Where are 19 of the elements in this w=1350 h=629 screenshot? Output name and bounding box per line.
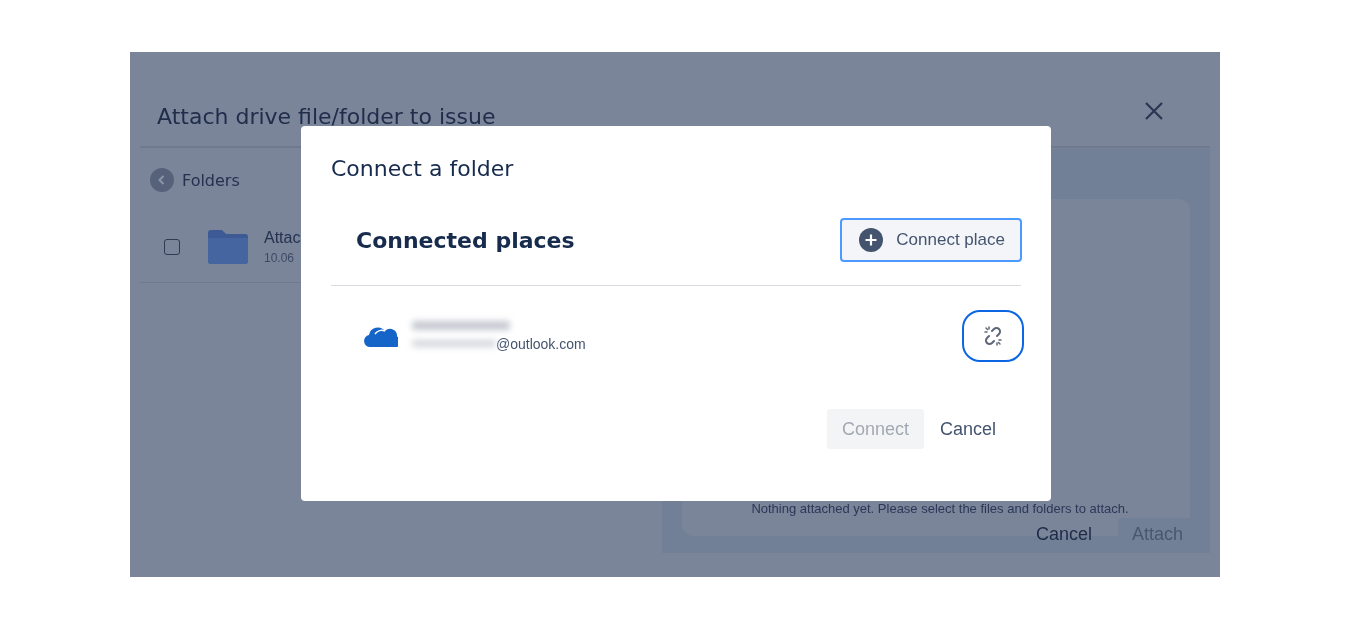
plus-icon (859, 228, 884, 252)
unlink-button[interactable] (962, 310, 1024, 362)
dialog-title: Attach drive file/folder to issue (157, 103, 496, 129)
back-icon (150, 168, 174, 192)
section-title: Connected places (356, 227, 575, 253)
close-icon[interactable] (1144, 101, 1164, 121)
checkbox[interactable] (164, 239, 180, 255)
folder-icon (208, 230, 248, 264)
back-link[interactable]: Folders (150, 168, 240, 192)
folder-size: 10.06 (264, 251, 296, 265)
unlink-icon (982, 325, 1004, 347)
dialog-title: Connect a folder (331, 156, 514, 181)
connect-place-button[interactable]: Connect place (840, 218, 1022, 262)
cancel-button[interactable]: Cancel (1021, 518, 1106, 551)
cancel-button[interactable]: Cancel (929, 409, 1006, 449)
cloud-icon (362, 325, 398, 347)
empty-message: Nothing attached yet. Please select the files and folders to attach. (751, 501, 1129, 516)
folder-name: Attac (264, 229, 301, 247)
account-email: @outlook.com (496, 335, 586, 352)
